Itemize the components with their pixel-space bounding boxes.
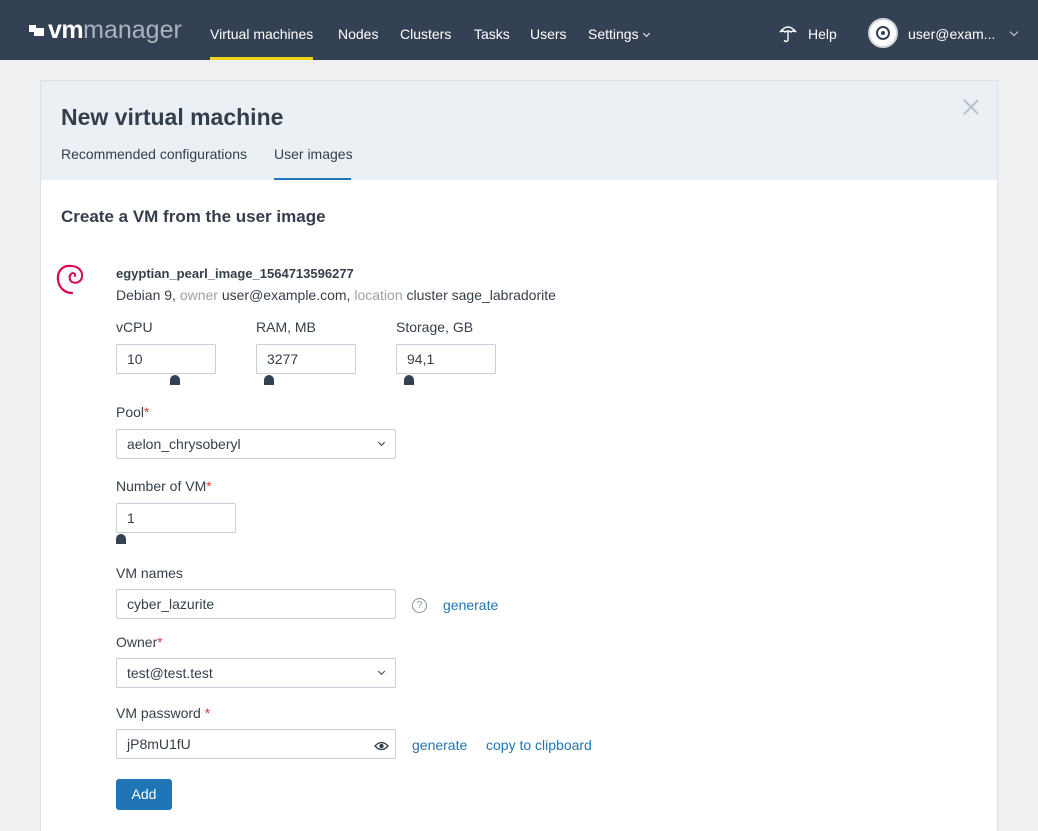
logo-text-vm: vm: [48, 15, 84, 44]
vm-names-input[interactable]: cyber_lazurite: [116, 589, 396, 619]
password-label: VM password *: [116, 705, 211, 721]
vmmanager-logo[interactable]: vm manager: [29, 15, 182, 44]
vm-count-input[interactable]: 1: [116, 503, 236, 533]
tab-user-images[interactable]: User images: [274, 146, 353, 180]
nav-users[interactable]: Users: [530, 0, 567, 60]
chevron-down-icon: [642, 29, 650, 38]
nav-nodes[interactable]: Nodes: [338, 0, 378, 60]
vm-count-slider-handle[interactable]: [116, 534, 126, 544]
pool-selected-value: aelon_chrysoberyl: [127, 436, 241, 452]
owner-selected-value: test@test.test: [127, 665, 213, 681]
debian-logo-icon: [56, 264, 84, 295]
nav-virtual-machines[interactable]: Virtual machines: [210, 0, 314, 60]
dialog-header: New virtual machine Recommended configur…: [41, 81, 997, 180]
storage-input[interactable]: 94,1: [396, 344, 496, 374]
location-label: location: [354, 287, 403, 303]
chevron-down-icon: [377, 438, 386, 447]
vcpu-label: vCPU: [116, 319, 153, 335]
top-navigation-bar: vm manager Virtual machines Nodes Cluste…: [0, 0, 1038, 60]
owner-select[interactable]: test@test.test: [116, 658, 396, 688]
image-location: cluster sage_labradorite: [406, 287, 556, 303]
pool-label: Pool*: [116, 404, 150, 420]
vm-names-label: VM names: [116, 565, 183, 581]
logo-text-manager: manager: [83, 15, 182, 44]
password-input[interactable]: jP8mU1fU: [116, 729, 396, 759]
nav-settings[interactable]: Settings: [588, 0, 650, 60]
generate-names-link[interactable]: generate: [443, 597, 498, 613]
dialog-title: New virtual machine: [61, 104, 284, 130]
generate-password-link[interactable]: generate: [412, 737, 467, 753]
chevron-down-icon[interactable]: [1009, 27, 1019, 37]
image-name: egyptian_pearl_image_1564713596277: [116, 266, 354, 281]
image-os: Debian 9,: [116, 287, 176, 303]
new-vm-dialog: New virtual machine Recommended configur…: [40, 80, 998, 831]
storage-slider-handle[interactable]: [404, 375, 414, 385]
umbrella-icon[interactable]: [778, 23, 798, 43]
storage-label: Storage, GB: [396, 319, 474, 335]
ram-input[interactable]: 3277: [256, 344, 356, 374]
vcpu-slider-handle[interactable]: [170, 375, 180, 385]
add-button[interactable]: Add: [116, 779, 172, 810]
ram-label: RAM, MB: [256, 319, 316, 335]
user-avatar[interactable]: [868, 18, 898, 48]
eye-icon[interactable]: [374, 741, 389, 751]
avatar-emblem: [876, 26, 890, 40]
close-icon[interactable]: [963, 99, 979, 115]
section-title: Create a VM from the user image: [61, 207, 326, 226]
image-details: Debian 9, owner user@example.com, locati…: [116, 287, 556, 303]
user-menu[interactable]: user@exam...: [908, 0, 995, 60]
tab-recommended-configurations[interactable]: Recommended configurations: [61, 146, 247, 180]
logo-icon: [29, 23, 45, 37]
vcpu-input[interactable]: 10: [116, 344, 216, 374]
image-owner: user@example.com,: [221, 287, 351, 303]
copy-to-clipboard-link[interactable]: copy to clipboard: [486, 737, 592, 753]
nav-clusters[interactable]: Clusters: [400, 0, 451, 60]
owner-label: owner: [179, 287, 218, 303]
owner-field-label: Owner*: [116, 634, 163, 650]
nav-settings-label: Settings: [588, 26, 639, 42]
vm-count-label: Number of VM*: [116, 478, 212, 494]
help-question-icon[interactable]: ?: [412, 598, 427, 613]
chevron-down-icon: [377, 667, 386, 676]
ram-slider-handle[interactable]: [264, 375, 274, 385]
help-link[interactable]: Help: [808, 0, 837, 60]
nav-tasks[interactable]: Tasks: [474, 0, 510, 60]
pool-select[interactable]: aelon_chrysoberyl: [116, 429, 396, 459]
